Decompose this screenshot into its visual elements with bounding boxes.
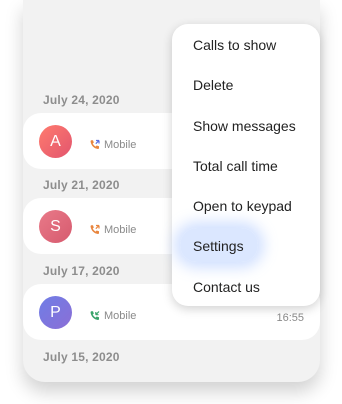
- date-header: July 17, 2020: [43, 264, 120, 278]
- date-header: July 15, 2020: [43, 350, 120, 364]
- menu-item-contact-us[interactable]: Contact us: [193, 279, 260, 295]
- avatar[interactable]: A: [39, 125, 72, 158]
- outgoing-call-icon: [90, 224, 100, 235]
- call-type: Mobile: [89, 224, 136, 236]
- avatar[interactable]: P: [39, 296, 72, 329]
- date-header: July 24, 2020: [43, 93, 120, 107]
- menu-item-total-call-time[interactable]: Total call time: [193, 158, 278, 174]
- overflow-menu: Calls to show Delete Show messages Total…: [172, 24, 320, 306]
- avatar[interactable]: S: [39, 210, 72, 243]
- menu-item-delete[interactable]: Delete: [193, 77, 233, 93]
- call-time: 16:55: [276, 312, 304, 324]
- menu-item-show-messages[interactable]: Show messages: [193, 118, 296, 134]
- menu-item-settings[interactable]: Settings: [193, 238, 244, 254]
- call-type: Mobile: [89, 139, 136, 151]
- incoming-call-icon: [90, 311, 100, 321]
- incoming-call-icon: [90, 139, 100, 150]
- menu-item-calls-to-show[interactable]: Calls to show: [193, 37, 276, 53]
- menu-item-open-to-keypad[interactable]: Open to keypad: [193, 198, 292, 214]
- date-header: July 21, 2020: [43, 178, 120, 192]
- call-type: Mobile: [89, 310, 136, 322]
